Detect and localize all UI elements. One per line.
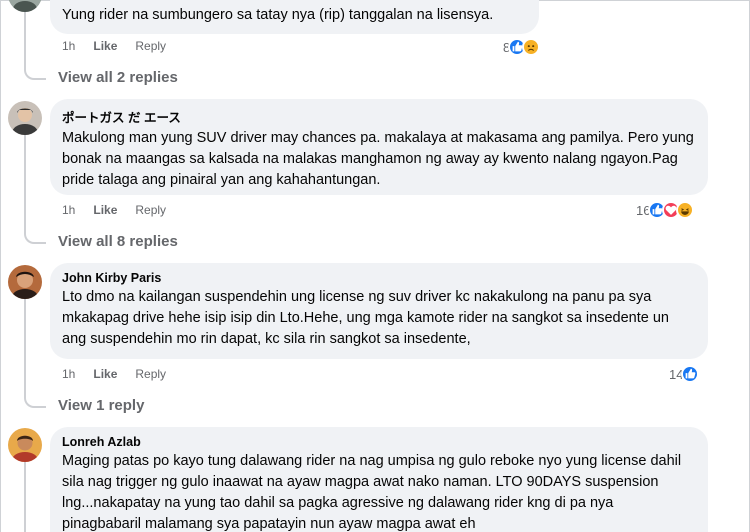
reaction-summary[interactable]: 14 xyxy=(669,365,700,383)
avatar[interactable] xyxy=(8,428,42,462)
comment-time[interactable]: 1h xyxy=(62,39,75,53)
like-button[interactable]: Like xyxy=(93,203,117,217)
comment-actions: 1h Like Reply xyxy=(62,203,166,217)
reply-button[interactable]: Reply xyxy=(135,39,166,53)
like-reaction-icon xyxy=(681,365,700,383)
thread-line xyxy=(24,462,26,532)
comment-text: Maging patas po kayo tung dalawang rider… xyxy=(62,453,682,532)
comment-author[interactable]: John Kirby Paris xyxy=(62,271,696,285)
thread-line xyxy=(24,135,26,230)
comment-actions: 1h Like Reply xyxy=(62,367,166,381)
reaction-summary[interactable]: 8 xyxy=(503,38,541,56)
thread-curve xyxy=(24,394,46,408)
comment-text: Lto dmo na kailangan suspendehin ung lic… xyxy=(62,289,669,347)
view-replies-link[interactable]: View all 8 replies xyxy=(58,233,178,250)
thread-curve xyxy=(24,230,46,244)
comment-author[interactable]: ポートガス だ エース xyxy=(62,107,696,126)
thread-curve xyxy=(24,66,46,80)
view-replies-link[interactable]: View 1 reply xyxy=(58,397,144,414)
comment-time[interactable]: 1h xyxy=(62,203,75,217)
comment-actions: 1h Like Reply xyxy=(62,39,166,53)
avatar[interactable] xyxy=(8,0,42,12)
view-replies-link[interactable]: View all 2 replies xyxy=(58,69,178,86)
comment-text: Makulong man yung SUV driver may chances… xyxy=(62,130,694,188)
comment-time[interactable]: 1h xyxy=(62,367,75,381)
comment-text: Yung rider na sumbungero sa tatay nya (r… xyxy=(62,7,494,23)
avatar[interactable] xyxy=(8,101,42,135)
comment-author[interactable]: Lonreh Azlab xyxy=(62,435,696,449)
like-button[interactable]: Like xyxy=(93,39,117,53)
frame-left-border xyxy=(0,0,1,532)
reply-button[interactable]: Reply xyxy=(135,203,166,217)
reaction-summary[interactable]: 16 xyxy=(636,201,695,219)
thread-line xyxy=(24,12,26,66)
haha-reaction-icon xyxy=(676,201,695,219)
reply-button[interactable]: Reply xyxy=(135,367,166,381)
sad-reaction-icon xyxy=(522,38,541,56)
avatar[interactable] xyxy=(8,265,42,299)
comment-bubble: Yung rider na sumbungero sa tatay nya (r… xyxy=(50,0,539,34)
comment-bubble: Lonreh Azlab Maging patas po kayo tung d… xyxy=(50,427,708,532)
thread-line xyxy=(24,299,26,394)
like-button[interactable]: Like xyxy=(93,367,117,381)
comment-bubble: John Kirby Paris Lto dmo na kailangan su… xyxy=(50,263,708,359)
comment-bubble: ポートガス だ エース Makulong man yung SUV driver… xyxy=(50,99,708,195)
